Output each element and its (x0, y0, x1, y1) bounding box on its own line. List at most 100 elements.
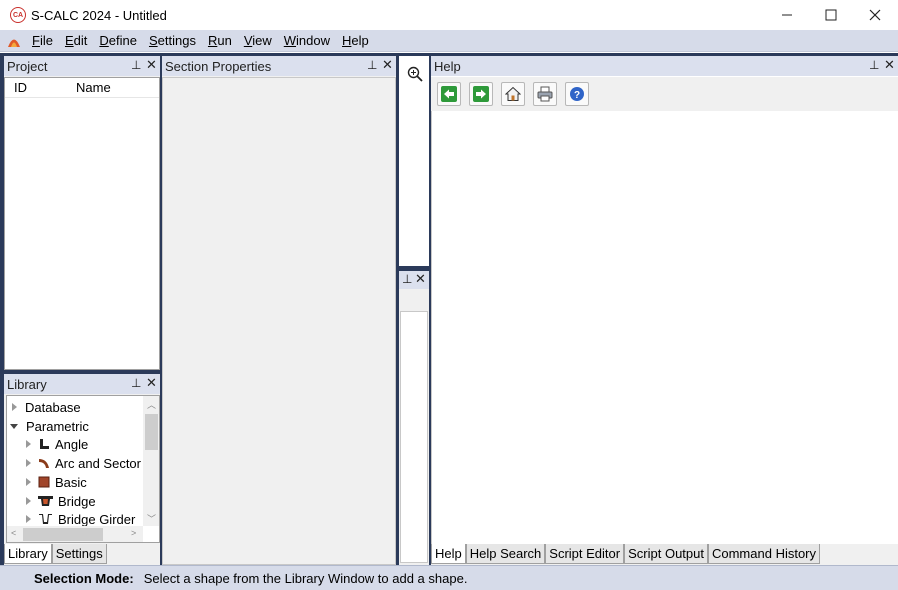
tree-item-label: Parametric (26, 418, 89, 434)
maximize-icon (825, 9, 837, 21)
close-panel-icon[interactable]: ✕ (146, 57, 157, 73)
scrollbar-thumb[interactable] (23, 528, 103, 541)
project-panel: Project ⊥ ✕ ID Name (4, 56, 160, 370)
section-properties-grid[interactable] (162, 77, 396, 565)
pin-icon[interactable]: ⊥ (402, 272, 412, 286)
help-panel-title: Help (434, 58, 461, 74)
close-panel-icon[interactable]: ✕ (146, 375, 157, 391)
expand-arrow-icon[interactable] (26, 515, 31, 523)
help-toolbar: ? (431, 77, 898, 111)
column-header-name[interactable]: Name (76, 80, 111, 95)
section-properties-panel: Section Properties ⊥ ✕ (162, 56, 396, 565)
window-title: S-CALC 2024 - Untitled (31, 7, 167, 23)
dock-area: Project ⊥ ✕ ID Name Library ⊥ ✕ Database… (0, 53, 898, 565)
tree-item-angle[interactable]: Angle (26, 435, 88, 453)
menu-file[interactable]: File (26, 31, 59, 51)
scroll-up-icon[interactable]: ︿ (147, 398, 156, 411)
menu-run[interactable]: Run (202, 31, 238, 51)
scroll-right-icon[interactable]: > (131, 528, 136, 538)
app-menu-icon[interactable] (6, 34, 22, 48)
pin-icon[interactable]: ⊥ (131, 58, 141, 72)
close-panel-icon[interactable]: ✕ (382, 57, 393, 73)
status-message: Select a shape from the Library Window t… (143, 570, 468, 586)
close-panel-icon[interactable]: ✕ (884, 57, 895, 73)
close-panel-icon[interactable]: ✕ (415, 271, 426, 287)
secondary-panel-body[interactable] (400, 311, 428, 563)
menu-define[interactable]: Define (93, 31, 143, 51)
scroll-down-icon[interactable]: ﹀ (147, 512, 156, 525)
tab-help[interactable]: Help (431, 544, 466, 564)
menu-edit[interactable]: Edit (59, 31, 93, 51)
expand-arrow-icon[interactable] (26, 440, 31, 448)
angle-icon (40, 439, 49, 449)
help-tab-strip: Help Help Search Script Editor Script Ou… (431, 544, 898, 565)
tab-script-output[interactable]: Script Output (624, 544, 708, 564)
expand-arrow-icon[interactable] (26, 497, 31, 505)
pin-icon[interactable]: ⊥ (869, 58, 879, 72)
minimize-button[interactable] (764, 0, 810, 30)
app-logo-icon: CA (10, 7, 26, 23)
pin-icon[interactable]: ⊥ (367, 58, 377, 72)
tab-script-editor[interactable]: Script Editor (545, 544, 625, 564)
back-button[interactable] (437, 82, 461, 106)
bridge-icon (38, 496, 53, 506)
secondary-panel: ⊥ ✕ (399, 271, 429, 565)
about-help-button[interactable]: ? (565, 82, 589, 106)
maximize-button[interactable] (808, 0, 854, 30)
tab-command-history[interactable]: Command History (707, 544, 821, 564)
menu-window[interactable]: Window (278, 31, 336, 51)
scroll-left-icon[interactable]: < (11, 528, 16, 538)
library-panel-header: Library ⊥ ✕ (4, 374, 160, 394)
menu-settings[interactable]: Settings (143, 31, 202, 51)
close-window-button[interactable] (852, 0, 898, 30)
status-mode-label: Selection Mode: (34, 570, 134, 586)
tree-item-parametric[interactable]: Parametric (10, 417, 89, 435)
help-content-area[interactable] (431, 111, 898, 544)
collapse-arrow-icon[interactable] (10, 423, 18, 429)
zoom-extents-icon[interactable] (407, 66, 423, 82)
project-panel-header: Project ⊥ ✕ (4, 56, 160, 76)
arc-icon (39, 459, 49, 468)
print-button[interactable] (533, 82, 557, 106)
library-vertical-scrollbar[interactable]: ︿ ﹀ (143, 396, 159, 526)
tree-item-label: Bridge (58, 493, 96, 509)
home-icon (505, 86, 521, 101)
bridge-girder-icon (39, 514, 52, 524)
scrollbar-thumb[interactable] (145, 414, 158, 450)
forward-icon (473, 86, 489, 102)
home-button[interactable] (501, 82, 525, 106)
expand-arrow-icon[interactable] (26, 478, 31, 486)
column-header-id[interactable]: ID (14, 80, 76, 95)
back-icon (441, 86, 457, 102)
tree-item-database[interactable]: Database (12, 398, 81, 416)
tree-item-bridge[interactable]: Bridge (26, 492, 96, 510)
expand-arrow-icon[interactable] (26, 459, 31, 467)
help-panel-header: Help ⊥ ✕ (431, 56, 898, 76)
tab-library[interactable]: Library (4, 544, 52, 564)
tree-item-label: Angle (55, 436, 89, 452)
menu-view[interactable]: View (238, 31, 278, 51)
svg-text:?: ? (574, 90, 580, 101)
help-panel: Help ⊥ ✕ ? Help Help Search Script Edito… (431, 56, 898, 565)
forward-button[interactable] (469, 82, 493, 106)
tab-settings[interactable]: Settings (51, 544, 107, 564)
tree-item-label: Database (25, 399, 81, 415)
title-bar: CA S-CALC 2024 - Untitled (0, 0, 898, 30)
project-list[interactable]: ID Name (4, 77, 160, 370)
status-bar: Selection Mode: Select a shape from the … (0, 565, 898, 590)
expand-arrow-icon[interactable] (12, 403, 17, 411)
tree-item-label: Arc and Sector (55, 455, 141, 471)
drawing-view-panel[interactable] (399, 56, 429, 266)
library-tree[interactable]: Database Parametric Angle Arc and Sector… (6, 395, 160, 543)
section-properties-title: Section Properties (165, 58, 272, 74)
pin-icon[interactable]: ⊥ (131, 376, 141, 390)
section-properties-header: Section Properties ⊥ ✕ (162, 56, 396, 76)
tree-item-basic[interactable]: Basic (26, 473, 87, 491)
print-icon (537, 86, 553, 102)
project-panel-title: Project (7, 58, 48, 74)
library-horizontal-scrollbar[interactable]: < > (7, 526, 143, 542)
menu-help[interactable]: Help (336, 31, 375, 51)
tab-help-search[interactable]: Help Search (465, 544, 546, 564)
library-tab-strip: Library Settings (4, 544, 160, 565)
tree-item-arc-and-sector[interactable]: Arc and Sector (26, 454, 141, 472)
